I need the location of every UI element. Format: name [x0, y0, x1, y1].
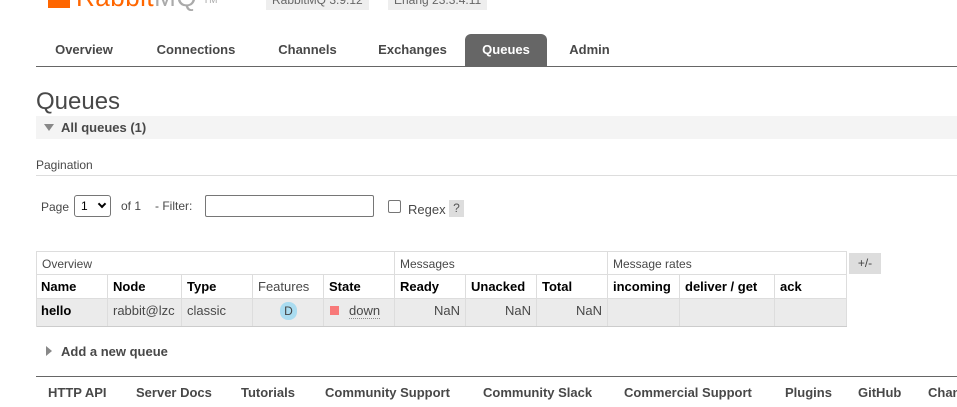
footer-link-community-slack[interactable]: Community Slack: [483, 385, 592, 400]
queues-table: Overview Messages Message rates Name Nod…: [36, 251, 847, 327]
column-header-unacked[interactable]: Unacked: [466, 275, 537, 299]
column-header-features: Features: [253, 275, 324, 299]
footer-divider: [36, 376, 957, 377]
filter-label: - Filter:: [155, 199, 193, 213]
queue-state: down: [324, 299, 395, 326]
filter-input[interactable]: [205, 195, 374, 217]
regex-checkbox[interactable]: [388, 200, 401, 213]
group-header-messages: Messages: [394, 251, 608, 275]
rabbit-logo-icon: [48, 0, 70, 8]
page-select-value: 1: [81, 199, 88, 213]
rabbitmq-version: RabbitMQ 3.9.12: [266, 0, 369, 10]
page-count-label: of 1: [121, 199, 142, 213]
footer-link-http-api[interactable]: HTTP API: [48, 385, 107, 400]
footer-link-changelog[interactable]: Changelog: [928, 385, 957, 400]
footer-link-server-docs[interactable]: Server Docs: [136, 385, 212, 400]
queue-incoming-rate: [608, 299, 680, 326]
queue-ready: NaN: [395, 299, 466, 326]
section-title: All queues (1): [61, 120, 147, 135]
main-nav: Overview Connections Channels Exchanges …: [36, 34, 957, 67]
tab-connections[interactable]: Connections: [140, 34, 252, 66]
tab-exchanges[interactable]: Exchanges: [361, 34, 464, 66]
page-label: Page: [41, 200, 70, 214]
erlang-version: Erlang 23.3.4.11: [388, 0, 488, 10]
tab-channels[interactable]: Channels: [260, 34, 355, 66]
table-bottom-border: [36, 326, 847, 327]
column-header-ready[interactable]: Ready: [395, 275, 466, 299]
column-header-node[interactable]: Node: [108, 275, 182, 299]
queue-type: classic: [182, 299, 253, 326]
queue-features: D: [253, 299, 324, 326]
collapse-triangle-icon: [44, 124, 54, 131]
logo-trademark: TM: [203, 0, 218, 6]
durable-badge: D: [280, 302, 297, 320]
state-down-indicator-icon: [330, 306, 339, 315]
add-new-queue-toggle[interactable]: Add a new queue: [61, 344, 168, 359]
regex-label: Regex: [408, 202, 446, 217]
table-left-border: [36, 275, 37, 327]
page-select[interactable]: 1: [74, 195, 111, 217]
column-header-deliver-get[interactable]: deliver / get: [680, 275, 775, 299]
all-queues-section-header[interactable]: All queues (1): [36, 116, 957, 139]
queue-total: NaN: [537, 299, 608, 326]
page-title: Queues: [36, 88, 121, 115]
chevron-down-icon: [97, 199, 107, 209]
tab-admin[interactable]: Admin: [556, 34, 623, 66]
queue-deliver-get-rate: [680, 299, 775, 326]
pagination-divider: [36, 175, 957, 176]
queue-unacked: NaN: [466, 299, 537, 326]
queue-ack-rate: [775, 299, 847, 326]
expand-triangle-icon: [46, 346, 52, 356]
footer-link-community-support[interactable]: Community Support: [325, 385, 450, 400]
column-header-incoming[interactable]: incoming: [608, 275, 680, 299]
logo-text: Rabbit: [76, 0, 154, 12]
toggle-columns-button[interactable]: +/-: [849, 253, 881, 274]
footer-link-github[interactable]: GitHub: [858, 385, 901, 400]
pagination-heading: Pagination: [36, 158, 93, 172]
footer-link-plugins[interactable]: Plugins: [785, 385, 832, 400]
footer-link-commercial-support[interactable]: Commercial Support: [624, 385, 752, 400]
footer-link-tutorials[interactable]: Tutorials: [241, 385, 295, 400]
regex-help-button[interactable]: ?: [449, 200, 464, 217]
queue-name-link[interactable]: hello: [36, 299, 108, 326]
logo-text-tail: MQ: [154, 0, 197, 12]
tab-overview[interactable]: Overview: [36, 34, 132, 66]
group-header-overview: Overview: [36, 251, 395, 275]
column-header-total[interactable]: Total: [537, 275, 608, 299]
queue-state-label: down: [349, 303, 381, 319]
column-header-name[interactable]: Name: [36, 275, 108, 299]
tab-queues[interactable]: Queues: [465, 34, 547, 66]
group-header-message-rates: Message rates: [607, 251, 847, 275]
queue-node: rabbit@lzc: [108, 299, 182, 326]
rabbitmq-logo[interactable]: RabbitMQ TM: [48, 0, 218, 10]
column-header-type[interactable]: Type: [182, 275, 253, 299]
column-header-state[interactable]: State: [324, 275, 395, 299]
column-header-ack[interactable]: ack: [775, 275, 847, 299]
